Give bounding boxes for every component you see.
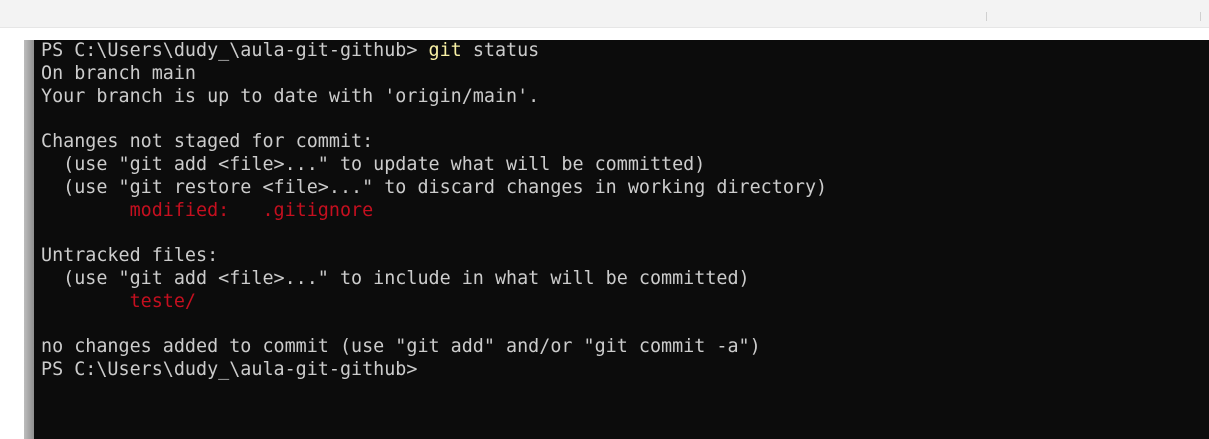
- terminal-left-border: [24, 40, 34, 439]
- output-text: (use "git add <file>..." to include in w…: [41, 267, 750, 289]
- output-text: Changes not staged for commit:: [41, 131, 374, 153]
- terminal-line: Changes not staged for commit:: [41, 131, 1209, 154]
- command-args: status: [461, 40, 540, 61]
- terminal-line: Untracked files:: [41, 245, 1209, 268]
- terminal-line: Your branch is up to date with 'origin/m…: [41, 86, 1209, 109]
- modified-file-entry: modified: .gitignore: [41, 199, 374, 221]
- output-text: Your branch is up to date with 'origin/m…: [41, 85, 540, 107]
- prompt-path: PS C:\Users\dudy_\aula-git-github>: [41, 359, 429, 381]
- terminal-line: no changes added to commit (use "git add…: [41, 336, 1209, 359]
- output-text: Untracked files:: [41, 245, 219, 267]
- scroll-marker: [986, 12, 987, 21]
- terminal-line: (use "git add <file>..." to update what …: [41, 154, 1209, 177]
- output-text: (use "git add <file>..." to update what …: [41, 153, 706, 175]
- terminal-line: On branch main: [41, 63, 1209, 86]
- terminal-line: (use "git add <file>..." to include in w…: [41, 268, 1209, 291]
- terminal-line: PS C:\Users\dudy_\aula-git-github> git s…: [41, 40, 1209, 63]
- window-gap: [0, 28, 1209, 40]
- output-text: (use "git restore <file>..." to discard …: [41, 176, 828, 198]
- output-text: no changes added to commit (use "git add…: [41, 336, 761, 358]
- terminal-line: teste/: [41, 291, 1209, 314]
- terminal-prompt-line[interactable]: PS C:\Users\dudy_\aula-git-github>: [41, 359, 1209, 382]
- terminal-line: modified: .gitignore: [41, 200, 1209, 223]
- output-text: On branch main: [41, 62, 197, 84]
- terminal-line: (use "git restore <file>..." to discard …: [41, 177, 1209, 200]
- window-top-strip: [0, 0, 1209, 28]
- terminal-output[interactable]: PS C:\Users\dudy_\aula-git-github> git s…: [34, 40, 1209, 439]
- command-name: git: [428, 40, 462, 61]
- scroll-marker: [1200, 12, 1201, 21]
- untracked-file-entry: teste/: [41, 290, 197, 312]
- prompt-path: PS C:\Users\dudy_\aula-git-github>: [41, 40, 429, 61]
